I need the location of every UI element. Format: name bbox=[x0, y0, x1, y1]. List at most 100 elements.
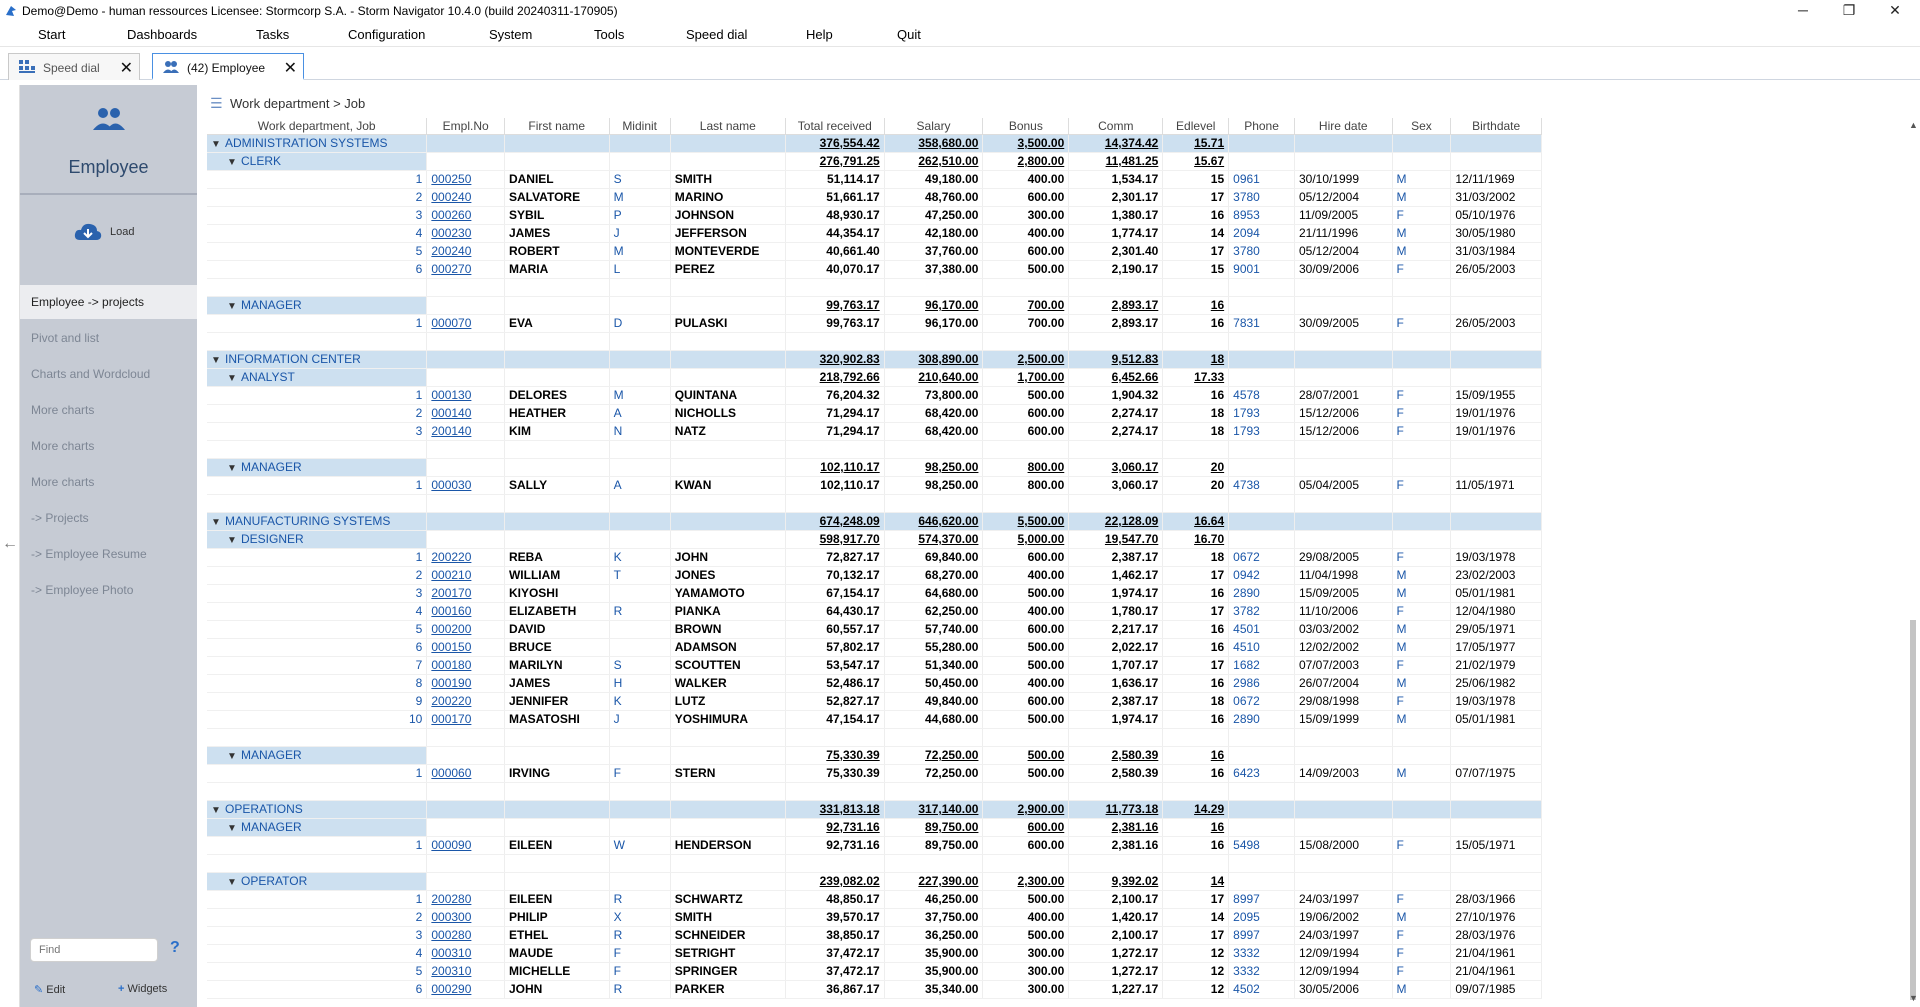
employee-number-link[interactable]: 000160 bbox=[426, 602, 505, 621]
job-group-row[interactable]: ▼ MANAGER 92,731.16 89,750.00 600.00 2,381.16… bbox=[207, 818, 1542, 837]
column-header[interactable]: Birthdate bbox=[1450, 118, 1542, 135]
sidebar-item-projects[interactable]: -> Projects bbox=[20, 501, 197, 535]
employee-number-link[interactable]: 200310 bbox=[426, 962, 505, 981]
employee-number-link[interactable]: 000250 bbox=[426, 170, 505, 189]
table-row[interactable]: 1 200280 EILEEN R SCHWARTZ 48,850.17 46,250.00… bbox=[207, 890, 1542, 909]
employee-number-link[interactable]: 200140 bbox=[426, 422, 505, 441]
collapse-strip[interactable]: ← bbox=[0, 85, 20, 1007]
scroll-up-icon[interactable]: ▲ bbox=[1909, 120, 1918, 130]
department-group-row[interactable]: ▼ ADMINISTRATION SYSTEMS 376,554.42 358,680… bbox=[207, 134, 1542, 153]
column-header[interactable]: Hire date bbox=[1294, 118, 1393, 135]
column-header[interactable]: Sex bbox=[1392, 118, 1452, 135]
table-row[interactable]: 1 000030 SALLY A KWAN 102,110.17 98,250.00 800.… bbox=[207, 476, 1542, 495]
scrollbar-thumb[interactable] bbox=[1910, 620, 1916, 1000]
table-row[interactable]: 2 000240 SALVATORE M MARINO 51,661.17 48,760.0… bbox=[207, 188, 1542, 207]
department-label[interactable]: ▼ ADMINISTRATION SYSTEMS bbox=[207, 134, 428, 153]
job-group-row[interactable]: ▼ MANAGER 75,330.39 72,250.00 500.00 2,580.39… bbox=[207, 746, 1542, 765]
menu-help[interactable]: Help bbox=[806, 27, 833, 42]
table-row[interactable]: 4 000230 JAMES J JEFFERSON 44,354.17 42,180.00… bbox=[207, 224, 1542, 243]
table-row[interactable]: 1 200220 REBA K JOHN 72,827.17 69,840.00 600.00… bbox=[207, 548, 1542, 567]
collapse-caret-icon[interactable]: ▼ bbox=[227, 373, 241, 384]
employee-number-link[interactable]: 000240 bbox=[426, 188, 505, 207]
column-header[interactable]: Comm bbox=[1068, 118, 1164, 135]
table-row[interactable]: 3 200140 KIM N NATZ 71,294.17 68,420.00 600.00 2… bbox=[207, 422, 1542, 441]
job-label[interactable]: ▼ MANAGER bbox=[207, 746, 428, 765]
column-header[interactable]: Total received bbox=[785, 118, 885, 135]
sidebar-item-employee-resume[interactable]: -> Employee Resume bbox=[20, 537, 197, 571]
collapse-caret-icon[interactable]: ▼ bbox=[227, 463, 241, 474]
employee-number-link[interactable]: 000210 bbox=[426, 566, 505, 585]
table-row[interactable]: 2 000300 PHILIP X SMITH 39,570.17 37,750.00 400… bbox=[207, 908, 1542, 927]
table-row[interactable]: 3 000260 SYBIL P JOHNSON 48,930.17 47,250.00 30… bbox=[207, 206, 1542, 225]
menu-system[interactable]: System bbox=[489, 27, 532, 42]
job-label[interactable]: ▼ MANAGER bbox=[207, 818, 428, 837]
employee-number-link[interactable]: 200170 bbox=[426, 584, 505, 603]
sidebar-item-more-charts-2[interactable]: More charts bbox=[20, 429, 197, 463]
hamburger-icon[interactable]: ☰ bbox=[210, 95, 223, 112]
collapse-caret-icon[interactable]: ▼ bbox=[227, 301, 241, 312]
vertical-scrollbar[interactable]: ▲ ▼ bbox=[1906, 120, 1920, 1007]
collapse-caret-icon[interactable]: ▼ bbox=[211, 139, 225, 150]
column-header[interactable]: Midinit bbox=[609, 118, 671, 135]
employee-number-link[interactable]: 200220 bbox=[426, 548, 505, 567]
tab-employee[interactable]: (42) Employee ✕ bbox=[152, 53, 304, 80]
table-row[interactable]: 4 000160 ELIZABETH R PIANKA 64,430.17 62,250.0… bbox=[207, 602, 1542, 621]
table-row[interactable]: 8 000190 JAMES H WALKER 52,486.17 50,450.00 400… bbox=[207, 674, 1542, 693]
table-row[interactable]: 2 000140 HEATHER A NICHOLLS 71,294.17 68,420.0… bbox=[207, 404, 1542, 423]
job-group-row[interactable]: ▼ ANALYST 218,792.66 210,640.00 1,700.00 6,45… bbox=[207, 368, 1542, 387]
employee-number-link[interactable]: 000060 bbox=[426, 764, 505, 783]
employee-number-link[interactable]: 000030 bbox=[426, 476, 505, 495]
job-label[interactable]: ▼ OPERATOR bbox=[207, 872, 428, 891]
sidebar-item-employee-photo[interactable]: -> Employee Photo bbox=[20, 573, 197, 607]
employee-number-link[interactable]: 000200 bbox=[426, 620, 505, 639]
menu-tools[interactable]: Tools bbox=[594, 27, 624, 42]
menu-start[interactable]: Start bbox=[38, 27, 65, 42]
maximize-button[interactable]: ❐ bbox=[1826, 0, 1872, 22]
table-row[interactable]: 3 000280 ETHEL R SCHNEIDER 38,850.17 36,250.00… bbox=[207, 926, 1542, 945]
employee-number-link[interactable]: 000180 bbox=[426, 656, 505, 675]
job-label[interactable]: ▼ MANAGER bbox=[207, 296, 428, 315]
table-row[interactable]: 1 000090 EILEEN W HENDERSON 92,731.16 89,750.0… bbox=[207, 836, 1542, 855]
employee-number-link[interactable]: 000290 bbox=[426, 980, 505, 999]
table-row[interactable]: 6 000270 MARIA L PEREZ 40,070.17 37,380.00 500.… bbox=[207, 260, 1542, 279]
employee-number-link[interactable]: 000280 bbox=[426, 926, 505, 945]
scroll-down-icon[interactable]: ▼ bbox=[1909, 993, 1918, 1003]
minimize-button[interactable]: ─ bbox=[1780, 0, 1826, 22]
collapse-caret-icon[interactable]: ▼ bbox=[211, 355, 225, 366]
table-row[interactable]: 5 200240 ROBERT M MONTEVERDE 40,661.40 37,760.… bbox=[207, 242, 1542, 261]
sidebar-item-more-charts-1[interactable]: More charts bbox=[20, 393, 197, 427]
collapse-caret-icon[interactable]: ▼ bbox=[227, 157, 241, 168]
column-header[interactable]: Bonus bbox=[982, 118, 1070, 135]
find-input[interactable] bbox=[30, 938, 158, 962]
employee-number-link[interactable]: 000310 bbox=[426, 944, 505, 963]
column-header[interactable]: First name bbox=[504, 118, 610, 135]
menu-quit[interactable]: Quit bbox=[897, 27, 921, 42]
job-label[interactable]: ▼ DESIGNER bbox=[207, 530, 428, 549]
employee-number-link[interactable]: 000300 bbox=[426, 908, 505, 927]
employee-number-link[interactable]: 000140 bbox=[426, 404, 505, 423]
employee-number-link[interactable]: 000170 bbox=[426, 710, 505, 729]
table-row[interactable]: 10 000170 MASATOSHI J YOSHIMURA 47,154.17 44,6… bbox=[207, 710, 1542, 729]
sidebar-item-charts-wordcloud[interactable]: Charts and Wordcloud bbox=[20, 357, 197, 391]
column-header[interactable]: Edlevel bbox=[1162, 118, 1230, 135]
column-header[interactable]: Salary bbox=[884, 118, 984, 135]
table-row[interactable]: 7 000180 MARILYN S SCOUTTEN 53,547.17 51,340.0… bbox=[207, 656, 1542, 675]
sidebar-item-pivot-list[interactable]: Pivot and list bbox=[20, 321, 197, 355]
job-group-row[interactable]: ▼ MANAGER 102,110.17 98,250.00 800.00 3,060.1… bbox=[207, 458, 1542, 477]
table-row[interactable]: 5 000200 DAVID BROWN 60,557.17 57,740.00 600.0… bbox=[207, 620, 1542, 639]
department-label[interactable]: ▼ OPERATIONS bbox=[207, 800, 428, 819]
table-row[interactable]: 1 000070 EVA D PULASKI 99,763.17 96,170.00 700.… bbox=[207, 314, 1542, 333]
sidebar-item-more-charts-3[interactable]: More charts bbox=[20, 465, 197, 499]
employee-number-link[interactable]: 000150 bbox=[426, 638, 505, 657]
table-row[interactable]: 3 200170 KIYOSHI YAMAMOTO 67,154.17 64,680.00… bbox=[207, 584, 1542, 603]
sidebar-item-employee-projects[interactable]: Employee -> projects bbox=[20, 285, 197, 319]
close-icon[interactable]: ✕ bbox=[284, 58, 297, 78]
department-group-row[interactable]: ▼ INFORMATION CENTER 320,902.83 308,890.00 2… bbox=[207, 350, 1542, 369]
column-header[interactable]: Empl.No bbox=[426, 118, 505, 135]
table-row[interactable]: 1 000250 DANIEL S SMITH 51,114.17 49,180.00 400… bbox=[207, 170, 1542, 189]
department-group-row[interactable]: ▼ OPERATIONS 331,813.18 317,140.00 2,900.00 1… bbox=[207, 800, 1542, 819]
department-group-row[interactable]: ▼ MANUFACTURING SYSTEMS 674,248.09 646,620.… bbox=[207, 512, 1542, 531]
table-row[interactable]: 9 200220 JENNIFER K LUTZ 52,827.17 49,840.00 60… bbox=[207, 692, 1542, 711]
load-button[interactable]: Load bbox=[74, 220, 154, 244]
tab-speed-dial[interactable]: Speed dial ✕ bbox=[8, 53, 140, 80]
